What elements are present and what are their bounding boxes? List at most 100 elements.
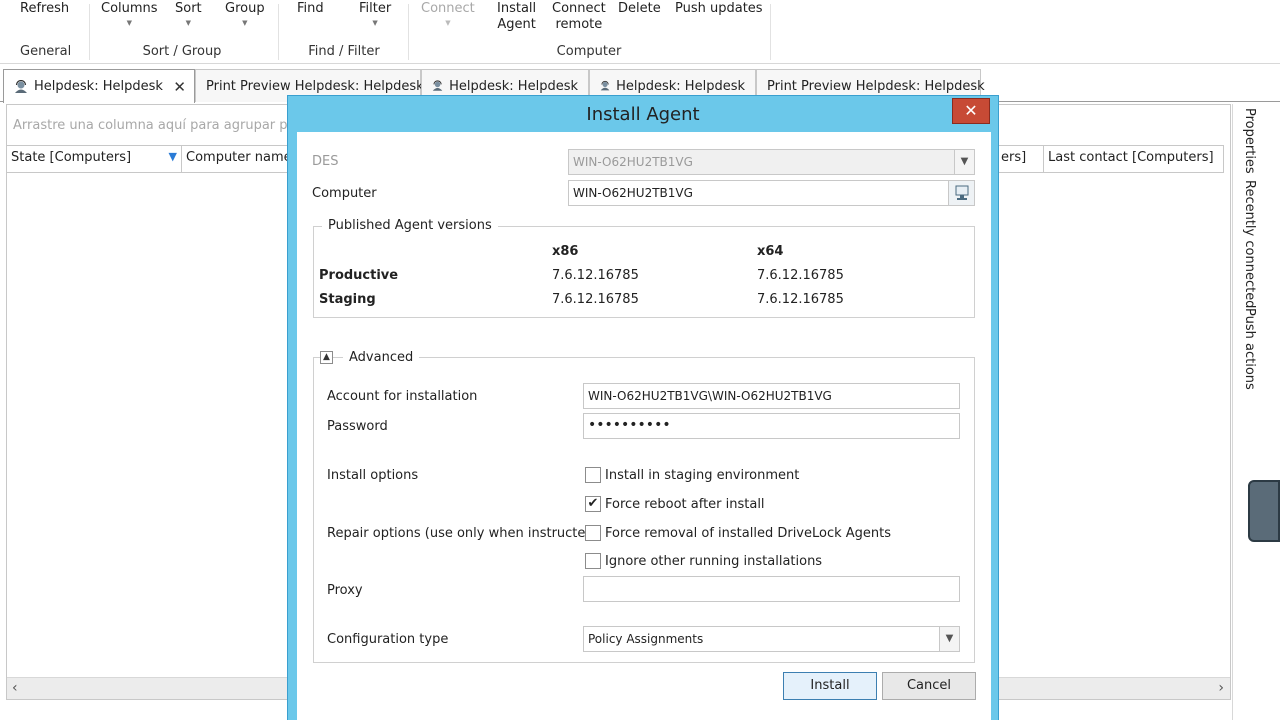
dialog-title: Install Agent [586,104,700,125]
computer-value: WIN-O62HU2TB1VG [573,186,693,200]
computer-label: Computer [312,186,377,201]
side-tab-push-actions[interactable]: Push actions [1242,308,1257,390]
helpdesk-icon [15,79,27,93]
chevron-down-icon: ▼ [445,19,451,27]
side-tab-recently-connected[interactable]: Recently connected [1242,180,1257,308]
group-button[interactable]: Group ▼ [225,1,265,27]
column-header-computer-name[interactable]: Computer name [182,145,288,173]
productive-label: Productive [319,268,399,283]
password-input[interactable]: •••••••••• [583,413,960,439]
close-icon: ✕ [964,101,978,120]
dialog-body: DES WIN-O62HU2TB1VG ▼ Computer WIN-O62HU… [297,132,991,720]
install-agent-button[interactable]: Install Agent [497,1,536,33]
push-updates-button[interactable]: Push updates [675,1,763,17]
column-header-label: ers] [1001,150,1027,165]
scroll-right-icon[interactable]: › [1218,680,1224,696]
install-options-label: Install options [327,468,419,483]
column-header-label: State [Computers] [11,150,132,165]
ribbon-group-sort: Sort / Group [142,44,222,59]
columns-button[interactable]: Columns ▼ [101,1,158,27]
reboot-checkbox[interactable]: ✔ [585,496,601,512]
advanced-title: Advanced [343,350,420,365]
ignore-running-checkbox[interactable] [585,553,601,569]
find-button[interactable]: Find [297,1,324,17]
password-label: Password [327,419,388,434]
staging-checkbox[interactable] [585,467,601,483]
proxy-label: Proxy [327,583,363,598]
floating-widget[interactable] [1248,480,1280,542]
chevron-down-icon: ▼ [185,19,192,27]
ribbon-separator [89,4,90,60]
ribbon-separator [278,4,279,60]
connect-button[interactable]: Connect ▼ [421,1,475,27]
column-header-last-contact[interactable]: Last contact [Computers] [1044,145,1224,173]
install-button[interactable]: Install [783,672,877,700]
column-header-partial[interactable]: ers] [997,145,1044,173]
cancel-button[interactable]: Cancel [882,672,976,700]
helpdesk-icon [432,80,443,91]
des-value: WIN-O62HU2TB1VG [573,155,693,169]
close-icon[interactable]: ✕ [173,78,186,96]
account-label: Account for installation [327,389,478,404]
published-versions-title: Published Agent versions [322,218,498,233]
tab-label: Print Preview Helpdesk: Helpdesk [206,78,424,94]
staging-option-label[interactable]: Install in staging environment [605,468,799,483]
sort-button[interactable]: Sort ▼ [175,1,202,27]
ribbon-separator [408,4,409,60]
configuration-type-label: Configuration type [327,632,449,647]
tab-label: Print Preview Helpdesk: Helpdesk [767,78,985,94]
configuration-type-value: Policy Assignments [588,632,704,646]
des-label: DES [312,154,339,169]
x64-header: x64 [757,244,784,259]
connect-remote-button[interactable]: Connect remote [552,1,606,33]
column-header-state[interactable]: State [Computers] ▼ [7,145,182,173]
tab-label: Helpdesk: Helpdesk [34,79,163,94]
chevron-down-icon: ▼ [242,19,248,27]
ribbon-group-general: General [20,44,72,59]
x86-header: x86 [552,244,579,259]
staging-label: Staging [319,292,376,307]
filter-button[interactable]: Filter ▼ [359,1,391,27]
chevron-down-icon: ▼ [126,19,132,27]
scroll-left-icon[interactable]: ‹ [12,680,18,696]
computer-picker-icon [955,185,969,200]
staging-x86-value: 7.6.12.16785 [552,292,639,307]
chevron-down-icon[interactable]: ▼ [954,150,974,174]
column-header-label: Last contact [Computers] [1048,150,1214,165]
pick-computer-button[interactable] [948,181,974,205]
ribbon: Refresh General Columns ▼ Sort ▼ Group ▼ So… [0,0,1280,64]
published-versions-group: Published Agent versions [313,218,975,318]
helpdesk-icon [600,80,610,91]
column-header-label: Computer name [186,150,288,165]
filter-icon[interactable]: ▼ [169,150,177,163]
group-by-hint: Arrastre una columna aquí para agrupar p… [13,118,314,133]
chevron-down-icon[interactable]: ▼ [939,627,959,651]
computer-field[interactable]: WIN-O62HU2TB1VG [568,180,975,206]
collapse-icon[interactable]: ▲ [320,351,333,364]
account-input[interactable]: WIN-O62HU2TB1VG\WIN-O62HU2TB1VG [583,383,960,409]
refresh-button[interactable]: Refresh [20,1,69,17]
force-removal-option-label[interactable]: Force removal of installed DriveLock Age… [605,526,891,541]
close-button[interactable]: ✕ [952,98,990,124]
side-tab-properties[interactable]: Properties [1242,108,1257,174]
chevron-down-icon: ▼ [372,19,378,27]
staging-x64-value: 7.6.12.16785 [757,292,844,307]
productive-x64-value: 7.6.12.16785 [757,268,844,283]
ignore-running-option-label[interactable]: Ignore other running installations [605,554,822,569]
checkmark-icon: ✔ [587,496,599,511]
des-select[interactable]: WIN-O62HU2TB1VG ▼ [568,149,975,175]
delete-button[interactable]: Delete [618,1,661,17]
repair-options-label: Repair options (use only when instructed… [327,526,599,541]
configuration-type-select[interactable]: Policy Assignments ▼ [583,626,960,652]
tab-label: Helpdesk: Helpdesk [616,78,745,94]
ribbon-group-computer: Computer [556,44,622,59]
reboot-option-label[interactable]: Force reboot after install [605,497,765,512]
tab-label: Helpdesk: Helpdesk [449,78,578,94]
productive-x86-value: 7.6.12.16785 [552,268,639,283]
proxy-input[interactable] [583,576,960,602]
ribbon-separator [770,4,771,60]
tab-helpdesk-1[interactable]: Helpdesk: Helpdesk ✕ [3,69,195,103]
ribbon-group-find: Find / Filter [308,44,380,59]
install-agent-dialog: Install Agent ✕ DES WIN-O62HU2TB1VG ▼ Co… [287,95,999,720]
force-removal-checkbox[interactable] [585,525,601,541]
